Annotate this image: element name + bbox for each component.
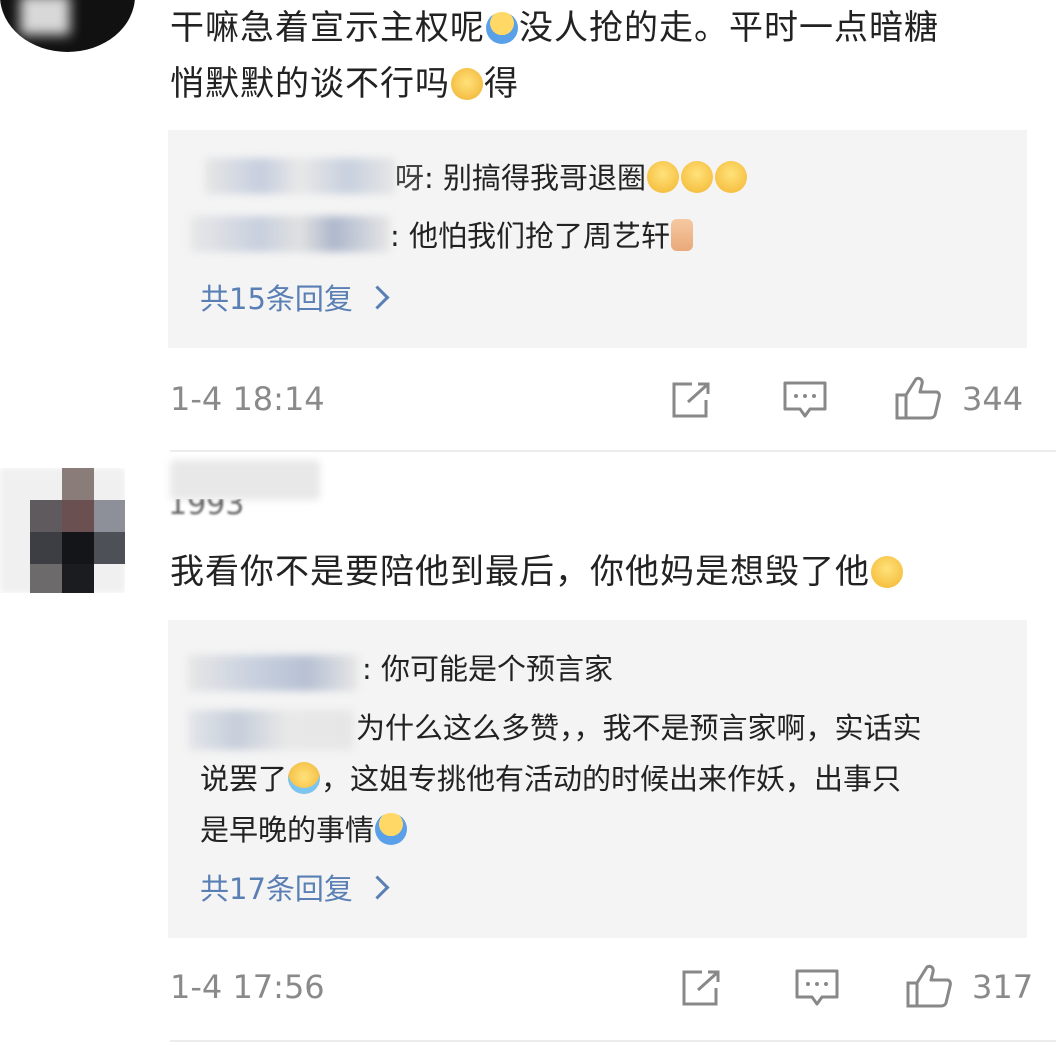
comment-timestamp: 1-4 18:14 [170,380,325,418]
avatar[interactable] [0,468,125,593]
reply-item[interactable]: : 他怕我们抢了周艺轩 [390,212,694,260]
comment-timestamp: 1-4 17:56 [170,968,325,1006]
avatar[interactable] [0,0,135,52]
like-icon[interactable] [905,963,953,1009]
smile-emoji-icon [715,161,748,193]
puzzled-emoji-icon [451,68,483,100]
reply-item[interactable]: 呀: 别搞得我哥退圈 [395,154,748,202]
comment-icon[interactable] [782,380,828,420]
reply-text: : 他怕我们抢了周艺轩 [390,219,670,253]
more-replies-link[interactable]: 共17条回复 [200,866,390,908]
share-icon[interactable] [680,968,724,1008]
shrug-emoji-icon [486,12,518,44]
blurred-username [170,460,320,500]
comment-text: 干嘛急着宣示主权呢 没人抢的走。平时一点暗糖 悄默默的谈不行吗得 [170,8,939,104]
reply-username[interactable]: 呀 [395,161,424,195]
share-icon[interactable] [670,380,714,420]
like-count: 317 [972,968,1034,1006]
reply-item[interactable]: 为什么这么多赞，，我不是预言家啊，实话实 说罢了 ，这姐专挑他有活动的时候出来作妖… [200,703,1000,856]
comment-icon[interactable] [794,968,840,1008]
blurred-username [205,158,395,194]
smile-emoji-icon [681,161,714,193]
reply-text: : 你可能是个预言家 [362,652,613,686]
blurred-username [190,216,390,252]
like-icon[interactable] [894,375,942,421]
shrug-emoji-icon [375,813,408,845]
more-replies-link[interactable]: 共15条回复 [200,276,390,318]
comment-text: 我看你不是要陪他到最后，你他妈是想毁了他 [170,544,904,600]
thumbs-up-emoji-icon [671,219,693,251]
like-count: 344 [962,380,1024,418]
chevron-right-icon [365,874,390,900]
smile-emoji-icon [647,161,680,193]
reply-item[interactable]: : 你可能是个预言家 [362,645,613,693]
smile-emoji-icon [871,556,903,588]
laughing-crying-emoji-icon [288,762,321,794]
divider [170,450,1056,452]
divider [170,1040,1056,1042]
blurred-username [188,655,358,691]
reply-text: : 别搞得我哥退圈 [424,161,647,195]
chevron-right-icon [365,284,390,310]
